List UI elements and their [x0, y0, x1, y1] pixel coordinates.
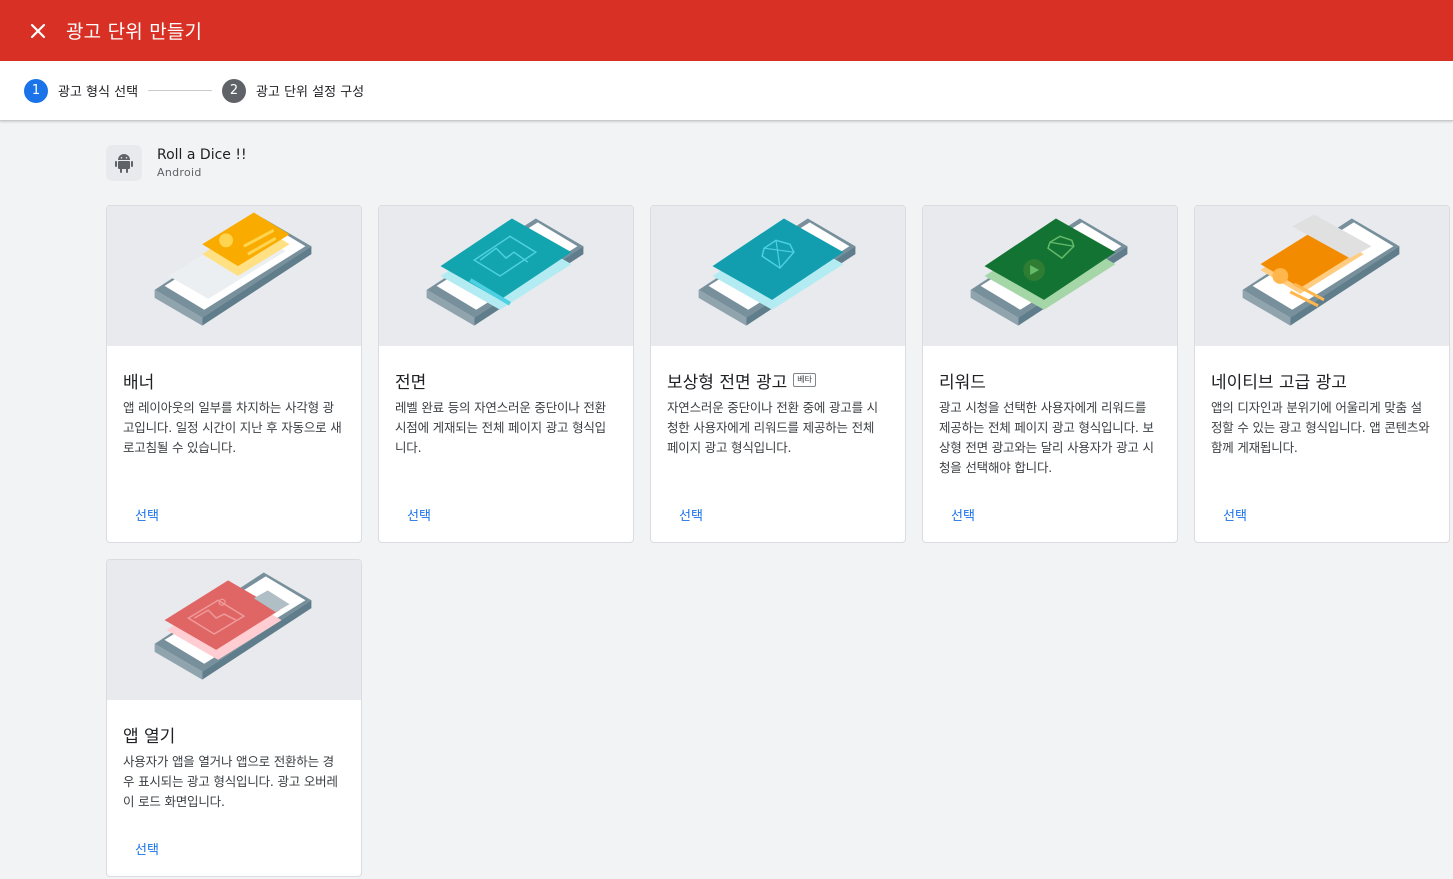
rewarded-illustration [923, 206, 1177, 346]
step-select-format[interactable]: 1 광고 형식 선택 [24, 78, 139, 103]
step-label: 광고 형식 선택 [58, 85, 139, 100]
select-button[interactable]: 선택 [395, 501, 443, 528]
native-illustration [1195, 206, 1449, 346]
card-description: 앱의 디자인과 분위기에 어울리게 맞춤 설정할 수 있는 광고 형식입니다. … [1211, 400, 1430, 455]
select-button[interactable]: 선택 [667, 501, 715, 528]
card-title: 앱 열기 [123, 726, 176, 747]
app-name: Roll a Dice !! [157, 146, 247, 163]
card-description: 레벨 완료 등의 자연스러운 중단이나 전환 시점에 게재되는 전체 페이지 광… [395, 400, 606, 455]
step-connector [148, 90, 213, 91]
card-description: 자연스러운 중단이나 전환 중에 광고를 시청한 사용자에게 리워드를 제공하는… [667, 400, 878, 455]
card-description: 광고 시청을 선택한 사용자에게 리워드를 제공하는 전체 페이지 광고 형식입… [939, 400, 1154, 475]
page-title: 광고 단위 만들기 [66, 21, 203, 43]
app-open-illustration [107, 560, 361, 700]
select-button[interactable]: 선택 [123, 835, 171, 862]
format-card-rewarded-interstitial[interactable]: 보상형 전면 광고 베타 자연스러운 중단이나 전환 중에 광고를 시청한 사용… [650, 205, 906, 543]
app-info: Roll a Dice !! Android [106, 145, 247, 181]
close-icon [30, 23, 46, 38]
close-button[interactable] [18, 11, 58, 51]
select-button[interactable]: 선택 [123, 501, 171, 528]
card-title: 보상형 전면 광고 베타 [667, 368, 889, 393]
select-button[interactable]: 선택 [939, 501, 987, 528]
rewarded-interstitial-illustration [651, 206, 905, 346]
app-platform: Android [157, 165, 202, 179]
card-title: 리워드 [939, 372, 986, 393]
format-card-rewarded[interactable]: 리워드 광고 시청을 선택한 사용자에게 리워드를 제공하는 전체 페이지 광고… [922, 205, 1178, 543]
card-title: 배너 [123, 372, 155, 393]
step-number: 2 [222, 78, 247, 103]
card-title: 네이티브 고급 광고 [1211, 372, 1347, 393]
format-card-app-open[interactable]: 앱 열기 사용자가 앱을 열거나 앱으로 전환하는 경우 표시되는 광고 형식입… [106, 559, 362, 877]
card-title-text: 보상형 전면 광고 [667, 372, 788, 393]
beta-badge: 베타 [793, 373, 817, 387]
top-app-bar: 광고 단위 만들기 [0, 0, 1453, 61]
step-number: 1 [24, 78, 48, 103]
format-card-native[interactable]: 네이티브 고급 광고 앱의 디자인과 분위기에 어울리게 맞춤 설정할 수 있는… [1194, 205, 1450, 543]
step-label: 광고 단위 설정 구성 [256, 85, 365, 100]
card-description: 앱 레이아웃의 일부를 차지하는 사각형 광고입니다. 일정 시간이 지난 후 … [123, 400, 342, 455]
banner-illustration [107, 206, 361, 346]
select-button[interactable]: 선택 [1211, 501, 1259, 528]
android-icon [106, 145, 142, 181]
card-description: 사용자가 앱을 열거나 앱으로 전환하는 경우 표시되는 광고 형식입니다. 광… [123, 754, 338, 809]
card-title: 전면 [395, 372, 427, 393]
format-card-banner[interactable]: 배너 앱 레이아웃의 일부를 차지하는 사각형 광고입니다. 일정 시간이 지난… [106, 205, 362, 543]
stepper: 1 광고 형식 선택 2 광고 단위 설정 구성 [0, 61, 1453, 121]
interstitial-illustration [379, 206, 633, 346]
format-card-interstitial[interactable]: 전면 레벨 완료 등의 자연스러운 중단이나 전환 시점에 게재되는 전체 페이… [378, 205, 634, 543]
step-configure-settings: 2 광고 단위 설정 구성 [222, 78, 365, 103]
